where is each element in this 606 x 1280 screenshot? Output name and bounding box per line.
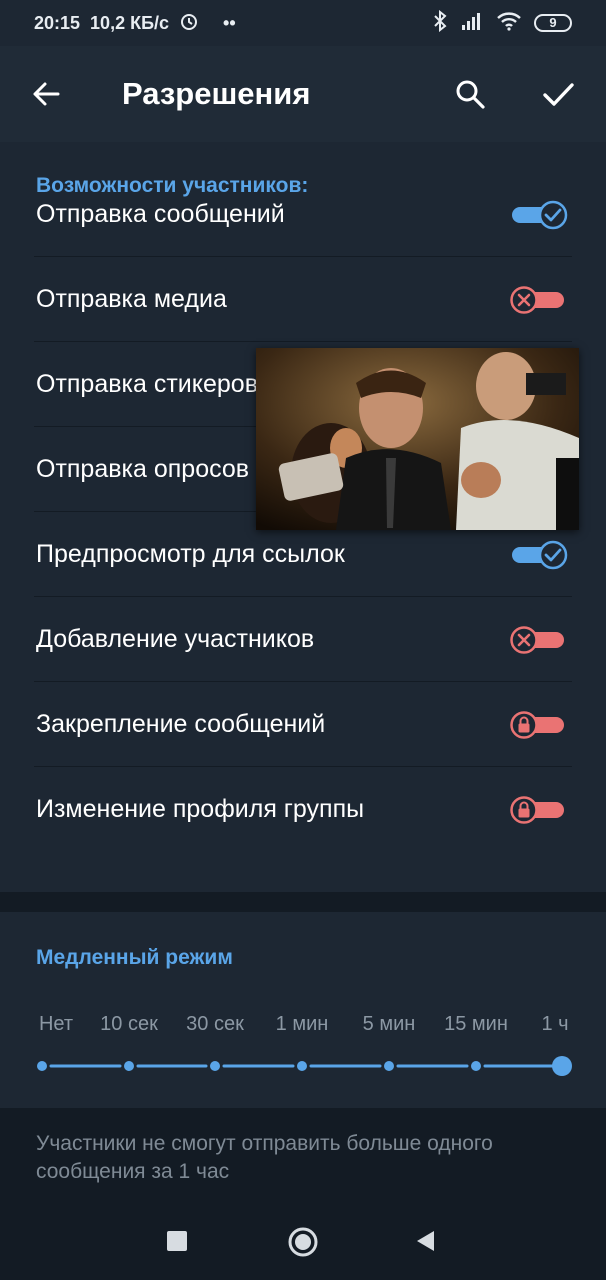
permission-toggle[interactable] xyxy=(510,795,570,825)
slider-stop[interactable] xyxy=(124,1061,134,1071)
slow-mode-header: Медленный режим xyxy=(36,946,233,969)
permission-label: Отправка стикеров xyxy=(36,370,258,398)
slider-stop[interactable] xyxy=(552,1056,572,1076)
slider-stop[interactable] xyxy=(297,1061,307,1071)
page-title: Разрешения xyxy=(122,76,311,111)
back-button[interactable] xyxy=(22,70,70,118)
confirm-button[interactable] xyxy=(534,70,582,118)
slow-mode-option-label[interactable]: 5 мин xyxy=(363,1013,416,1036)
permission-label: Отправка медиа xyxy=(36,285,227,313)
alarm-icon xyxy=(179,11,199,36)
slider-stop[interactable] xyxy=(210,1061,220,1071)
recents-icon[interactable] xyxy=(166,1230,188,1252)
section-divider xyxy=(0,892,606,912)
check-icon xyxy=(543,83,574,106)
status-speed: 10,2 КБ/с xyxy=(90,12,170,33)
permission-toggle[interactable] xyxy=(510,710,570,740)
bluetooth-icon xyxy=(432,9,448,37)
slider-stop[interactable] xyxy=(37,1061,47,1071)
arrow-left-icon xyxy=(33,82,60,106)
slow-mode-option-label[interactable]: 1 мин xyxy=(276,1013,329,1036)
status-time: 20:15 xyxy=(34,12,81,33)
search-icon xyxy=(456,80,485,109)
permission-toggle[interactable] xyxy=(510,625,570,655)
slow-mode-option-label[interactable]: 15 мин xyxy=(444,1013,508,1036)
home-icon[interactable] xyxy=(287,1226,319,1258)
permission-toggle[interactable] xyxy=(510,540,570,570)
permission-row[interactable]: Закрепление сообщений xyxy=(0,682,606,767)
slow-mode-option-label[interactable]: 10 сек xyxy=(100,1013,158,1036)
permission-row[interactable]: Отправка сообщений xyxy=(0,172,606,257)
slider-stop[interactable] xyxy=(384,1061,394,1071)
video-frame-image xyxy=(256,348,579,530)
permission-label: Отправка опросов xyxy=(36,455,250,483)
permission-toggle[interactable] xyxy=(510,200,570,230)
app-bar: Разрешения xyxy=(0,46,606,142)
slow-mode-description: Участники не смогут отправить больше одн… xyxy=(36,1132,493,1183)
search-button[interactable] xyxy=(446,70,494,118)
signal-icon xyxy=(460,11,484,36)
permission-row[interactable]: Отправка медиа xyxy=(0,257,606,342)
status-dots: •• xyxy=(223,12,236,33)
back-nav-icon[interactable] xyxy=(414,1229,436,1253)
status-bar: 20:15 10,2 КБ/с •• 9 xyxy=(0,0,606,46)
slow-mode-option-label[interactable]: Нет xyxy=(39,1013,73,1036)
battery-icon: 9 xyxy=(534,14,572,32)
permission-label: Отправка сообщений xyxy=(36,200,285,228)
battery-level: 9 xyxy=(549,15,557,30)
permission-label: Закрепление сообщений xyxy=(36,710,326,738)
video-overlay[interactable] xyxy=(256,348,579,530)
permission-label: Добавление участников xyxy=(36,625,315,653)
wifi-icon xyxy=(496,11,522,36)
slow-mode-option-label[interactable]: 1 ч xyxy=(541,1013,568,1036)
slider-stop[interactable] xyxy=(471,1061,481,1071)
slow-mode-option-label[interactable]: 30 сек xyxy=(186,1013,244,1036)
navigation-bar xyxy=(0,1205,606,1280)
permission-label: Изменение профиля группы xyxy=(36,795,365,823)
permission-toggle[interactable] xyxy=(510,285,570,315)
permission-row[interactable]: Добавление участников xyxy=(0,597,606,682)
slow-mode-slider[interactable] xyxy=(0,1050,606,1082)
permission-row[interactable]: Изменение профиля группы xyxy=(0,767,606,852)
